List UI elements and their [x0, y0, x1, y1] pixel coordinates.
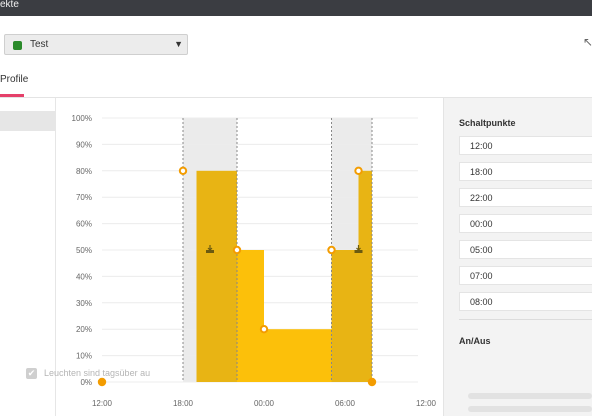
- switch-point: [367, 377, 377, 387]
- schaltpunkt-time: 08:00: [470, 297, 493, 307]
- schaltpunkt-row[interactable]: 00:00: [459, 214, 592, 233]
- y-tick-label: 20%: [76, 325, 92, 334]
- switch-point: [354, 166, 363, 176]
- y-tick-label: 10%: [76, 352, 92, 361]
- schaltpunkt-row[interactable]: 08:00: [459, 292, 592, 311]
- profile-bar: [196, 170, 237, 382]
- schaltpunkt-time: 05:00: [470, 245, 493, 255]
- schaltpunkt-row[interactable]: 12:00: [459, 136, 592, 155]
- sidebar-item-selected[interactable]: [0, 111, 55, 131]
- schaltpunkt-row[interactable]: 22:00: [459, 188, 592, 207]
- profile-bar: [358, 170, 372, 382]
- app-title: ekte: [0, 0, 19, 9]
- switch-point: [178, 166, 188, 176]
- app-header: ekte: [0, 0, 592, 16]
- anaus-title: An/Aus: [459, 336, 491, 346]
- profile-dropdown[interactable]: Test ▼: [4, 34, 188, 55]
- schaltpunkt-time: 18:00: [470, 167, 493, 177]
- schaltpunkt-row[interactable]: 05:00: [459, 240, 592, 259]
- y-tick-label: 30%: [76, 299, 92, 308]
- blurred-description-line: [468, 406, 592, 412]
- y-tick-label: 70%: [76, 193, 92, 202]
- schaltpunkte-title: Schaltpunkte: [459, 118, 516, 128]
- mouse-cursor-icon: ↖: [583, 35, 592, 49]
- profile-bar: [237, 250, 264, 382]
- section-divider: [459, 319, 592, 320]
- y-tick-label: 60%: [76, 220, 92, 229]
- profile-bar: [264, 329, 332, 382]
- profile-bar: [331, 250, 359, 382]
- blurred-description-line: [468, 393, 592, 399]
- y-tick-label: 0%: [80, 378, 92, 387]
- switch-point: [97, 377, 107, 387]
- switch-point: [327, 245, 336, 255]
- schaltpunkt-time: 12:00: [470, 141, 493, 151]
- daytime-checkbox[interactable]: ✔: [26, 368, 37, 379]
- schaltpunkt-time: 00:00: [470, 219, 493, 229]
- x-tick-label: 18:00: [173, 399, 194, 408]
- x-tick-label: 12:00: [416, 399, 437, 408]
- x-tick-label: 12:00: [92, 399, 113, 408]
- schaltpunkt-time: 07:00: [470, 271, 493, 281]
- y-tick-label: 90%: [76, 140, 92, 149]
- chevron-down-icon: ▼: [174, 39, 183, 49]
- right-panel: Schaltpunkte 12:00 18:00 22:00 00:00 05:…: [443, 98, 592, 416]
- y-tick-label: 40%: [76, 272, 92, 281]
- profile-selected-value: Test: [30, 39, 49, 50]
- profile-status-indicator: [13, 41, 22, 50]
- schaltpunkt-row[interactable]: 18:00: [459, 162, 592, 181]
- switch-point: [232, 245, 242, 255]
- tab-profile[interactable]: Profile: [0, 74, 28, 85]
- switch-point: [259, 325, 269, 334]
- x-tick-label: 00:00: [254, 399, 275, 408]
- daytime-checkbox-label: Leuchten sind tagsüber au: [44, 368, 151, 378]
- y-tick-label: 80%: [76, 167, 92, 176]
- schaltpunkt-row[interactable]: 07:00: [459, 266, 592, 285]
- y-tick-label: 100%: [72, 114, 92, 123]
- y-tick-label: 50%: [76, 246, 92, 255]
- schaltpunkt-time: 22:00: [470, 193, 493, 203]
- x-tick-label: 06:00: [335, 399, 356, 408]
